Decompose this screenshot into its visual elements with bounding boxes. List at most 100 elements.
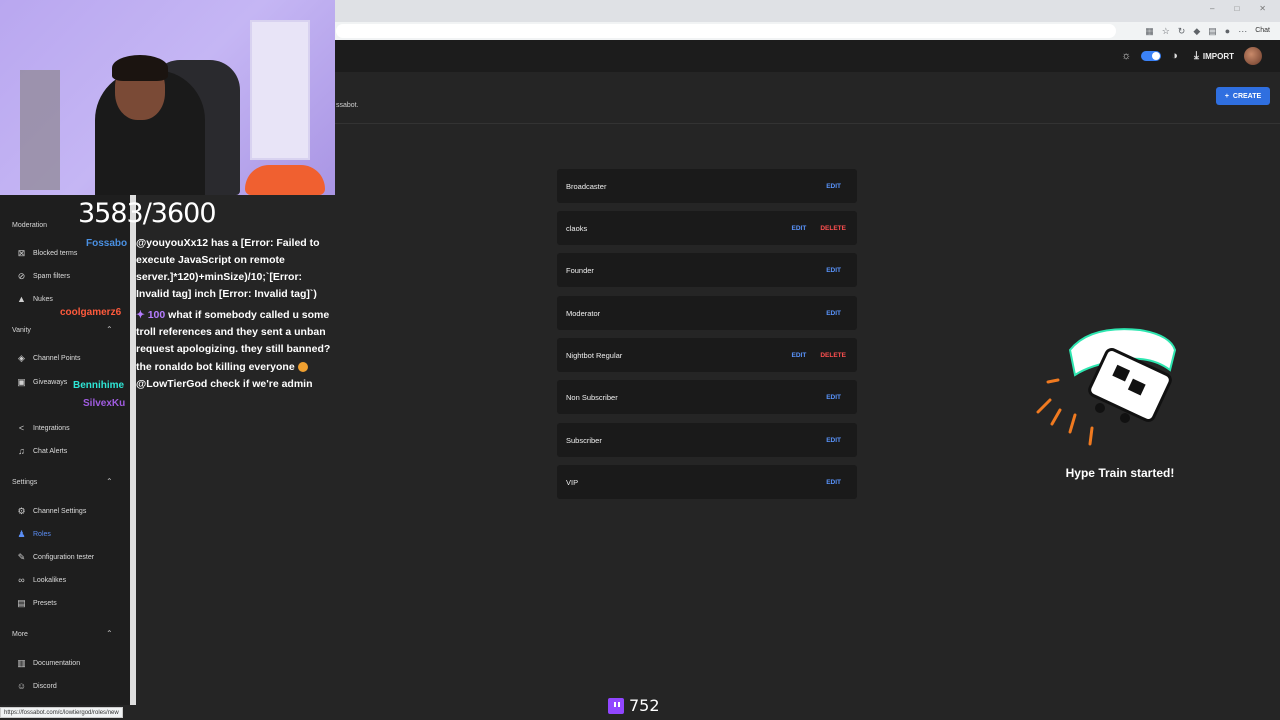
role-name: Moderator [566, 308, 601, 318]
chevron-up-icon[interactable]: ⌃ [106, 477, 113, 486]
section-settings: Settings [12, 479, 38, 486]
star-icon[interactable]: ☆ [1162, 23, 1170, 39]
sidebar-item-discord[interactable]: ☺ Discord [16, 681, 57, 691]
section-vanity: Vanity [12, 327, 31, 334]
sidebar-item-integrations[interactable]: < Integrations [16, 423, 70, 433]
chevron-up-icon[interactable]: ⌃ [106, 629, 113, 638]
sun-icon: ☼ [1121, 50, 1132, 62]
window-controls: – □ ✕ [1210, 4, 1266, 13]
sidebar-item-label: Configuration tester [33, 554, 95, 561]
avatar[interactable] [1244, 47, 1262, 65]
bell-icon: ♫ [18, 446, 25, 456]
sidebar: Moderation ⊠ Blocked terms ⊘ Spam filters … [0, 195, 130, 705]
address-bar[interactable] [336, 24, 1116, 38]
create-label: CREATE [1232, 92, 1262, 100]
role-row: Non Subscriber EDIT [557, 380, 857, 414]
webcam-overlay [0, 0, 335, 195]
role-row: Founder EDIT [557, 253, 857, 287]
sidebar-item-blocked-terms[interactable]: ⊠ Blocked terms [16, 248, 78, 259]
points-icon: ◈ [18, 353, 25, 363]
block-icon: ⊠ [17, 248, 26, 258]
delete-role-button[interactable]: DELETE [820, 225, 846, 232]
edit-role-button[interactable]: EDIT [826, 437, 841, 444]
sidebar-item-label: Documentation [33, 660, 81, 667]
download-icon: ⤓ [1194, 49, 1199, 62]
users-icon: ♟ [17, 529, 26, 539]
role-row: VIP EDIT [557, 465, 857, 499]
edit-role-button[interactable]: EDIT [826, 310, 841, 317]
sidebar-item-label: Nukes [33, 295, 53, 303]
sidebar-item-label: Channel Settings [33, 508, 87, 515]
sidebar-item-configuration-tester[interactable]: ✎ Configuration tester [16, 552, 94, 563]
browser-chat-button[interactable]: Chat [1255, 23, 1270, 39]
sidebar-item-roles[interactable]: ♟ Roles [16, 529, 51, 540]
edit-role-button[interactable]: EDIT [826, 183, 841, 190]
filter-icon: ⊘ [17, 271, 26, 281]
section-moderation: Moderation [12, 222, 48, 229]
plus-icon: + [1224, 92, 1229, 100]
edit-role-button[interactable]: EDIT [792, 225, 807, 232]
grid-icon[interactable]: ▦ [1145, 23, 1154, 39]
cat-tree [20, 70, 60, 190]
role-name: Nightbot Regular [566, 350, 623, 360]
bits-amount: 100 [147, 309, 166, 321]
bookmark-icon[interactable]: ▤ [1208, 23, 1217, 39]
header-actions: ☼ ◑ ⤓ IMPORT [1121, 47, 1262, 65]
minimize-icon[interactable]: – [1210, 4, 1214, 13]
sidebar-item-label: Roles [33, 531, 51, 538]
sidebar-item-channel-settings[interactable]: ⚙ Channel Settings [16, 506, 86, 517]
sidebar-item-label: Presets [33, 600, 57, 607]
beanbag [245, 165, 325, 195]
role-row: Nightbot Regular EDIT DELETE [557, 338, 857, 372]
chat-message: the ronaldo bot killing everyone [136, 361, 295, 373]
viewer-count: 752 [608, 696, 660, 715]
role-name: Subscriber [566, 435, 602, 445]
import-button[interactable]: IMPORT [1203, 52, 1234, 61]
theme-toggle[interactable] [1141, 51, 1162, 61]
hype-train-label: Hype Train started! [1065, 466, 1175, 480]
edit-role-button[interactable]: EDIT [826, 479, 841, 486]
streamer-hair [112, 55, 168, 81]
wrench-icon: ✎ [17, 552, 26, 562]
profile-icon[interactable]: ● [1225, 23, 1230, 39]
bits-icon: ✦ [136, 309, 148, 321]
sidebar-item-documentation[interactable]: ▥ Documentation [16, 658, 80, 669]
chevron-up-icon[interactable]: ⌃ [106, 325, 113, 334]
gift-icon: ▣ [17, 377, 26, 387]
sidebar-item-label: Lookalikes [33, 576, 67, 584]
viewer-count-value: 752 [629, 696, 660, 715]
role-row: Subscriber EDIT [557, 423, 857, 457]
close-icon[interactable]: ✕ [1259, 4, 1266, 13]
delete-role-button[interactable]: DELETE [820, 352, 846, 359]
twitch-icon [608, 697, 624, 714]
role-row: claoks EDIT DELETE [557, 211, 857, 245]
edit-role-button[interactable]: EDIT [792, 352, 807, 359]
role-name: VIP [566, 477, 579, 487]
book-icon: ▥ [17, 658, 26, 668]
menu-icon[interactable]: ⋯ [1238, 23, 1247, 39]
sidebar-item-label: Blocked terms [33, 250, 78, 257]
extension-icon[interactable]: ◆ [1193, 23, 1200, 39]
sidebar-item-giveaways[interactable]: ▣ Giveaways [16, 377, 67, 388]
emote-icon [297, 362, 308, 373]
sidebar-item-label: Giveaways [33, 379, 68, 386]
edit-role-button[interactable]: EDIT [826, 267, 841, 274]
chat-username: Fossabo [86, 238, 128, 249]
sidebar-item-label: Integrations [33, 424, 70, 432]
create-role-button[interactable]: + CREATE [1216, 87, 1270, 105]
sidebar-item-presets[interactable]: ▤ Presets [16, 598, 57, 609]
sidebar-item-spam-filters[interactable]: ⊘ Spam filters [16, 271, 70, 282]
edit-role-button[interactable]: EDIT [826, 394, 841, 401]
chat-username: SilvexKu [83, 398, 126, 409]
sidebar-item-channel-points[interactable]: ◈ Channel Points [16, 353, 80, 364]
maximize-icon[interactable]: □ [1234, 4, 1239, 13]
refresh-icon[interactable]: ↻ [1178, 23, 1186, 39]
role-name: Broadcaster [566, 181, 607, 191]
sidebar-item-chat-alerts[interactable]: ♫ Chat Alerts [16, 446, 67, 456]
status-url: https://fossabot.com/c/lowtiergod/roles/… [0, 707, 123, 718]
sidebar-item-nukes[interactable]: ▲ Nukes [16, 294, 53, 304]
chat-message-bits: ✦ 100 what if somebody called u some tro… [136, 307, 336, 358]
chat-message: what if somebody called u some troll ref… [136, 309, 331, 355]
sidebar-item-lookalikes[interactable]: ∞ Lookalikes [16, 575, 66, 585]
sidebar-item-label: Channel Points [33, 355, 81, 362]
